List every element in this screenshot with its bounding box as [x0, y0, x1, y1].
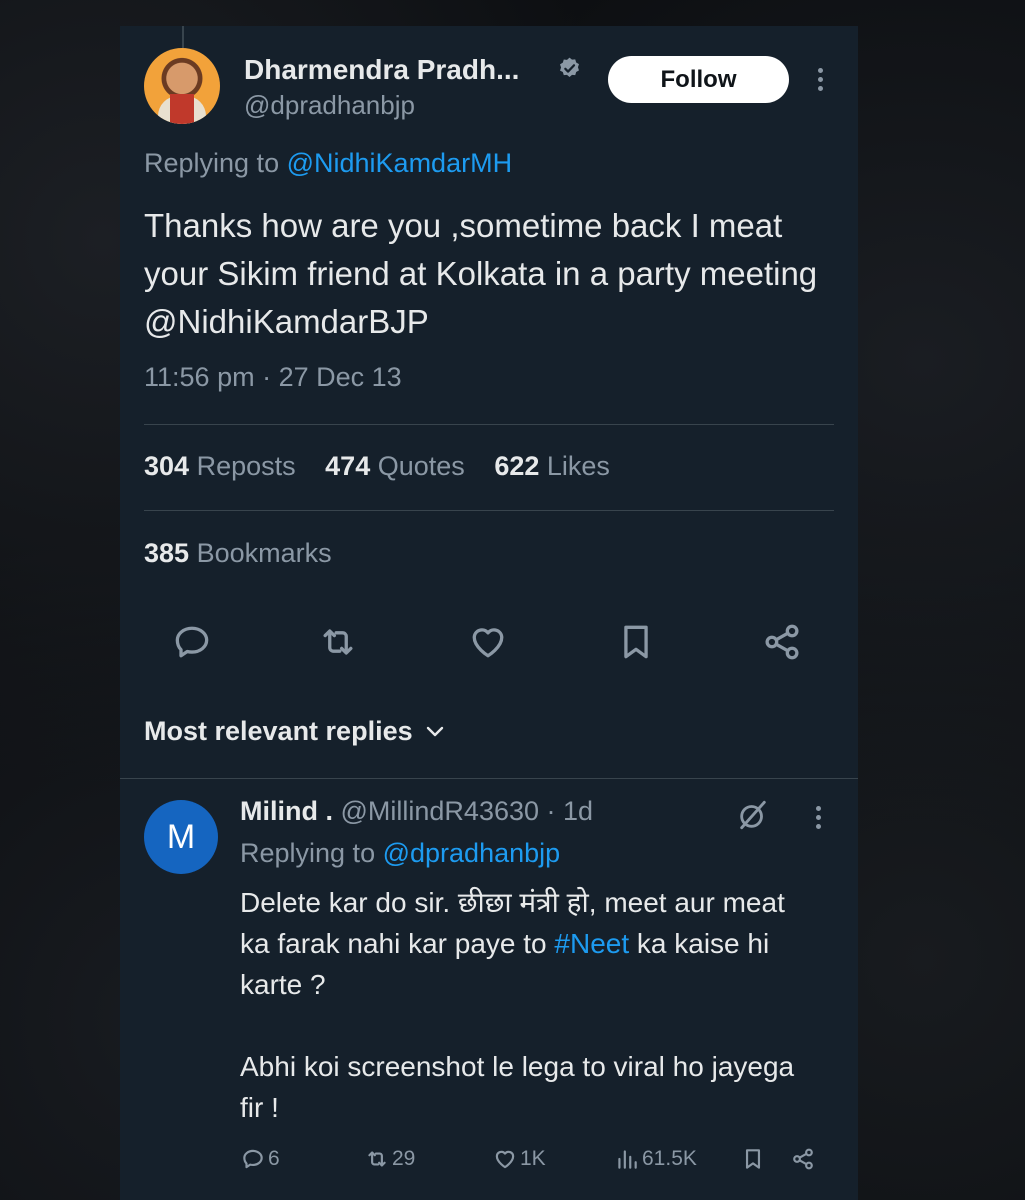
- likes-label: Likes: [546, 451, 610, 481]
- more-dot: [816, 815, 821, 820]
- divider: [120, 778, 858, 779]
- reply-share-button[interactable]: [790, 1146, 816, 1172]
- reposts-count: 304: [144, 451, 190, 481]
- repost-icon: [368, 1151, 386, 1167]
- author-handle[interactable]: @dpradhanbjp: [244, 90, 415, 121]
- quotes-label: Quotes: [377, 451, 465, 481]
- replying-prefix: Replying to: [240, 838, 376, 868]
- reply-likes-count: 1K: [520, 1147, 546, 1170]
- share-icon: [793, 1148, 813, 1170]
- hashtag-link[interactable]: #Neet: [554, 928, 629, 959]
- heart-icon: [495, 1150, 515, 1169]
- avatar-scarf: [170, 94, 194, 124]
- more-icon[interactable]: [808, 802, 828, 832]
- tweet-timestamp[interactable]: 11:56 pm · 27 Dec 13: [144, 362, 402, 393]
- replying-to-link[interactable]: @dpradhanbjp: [383, 838, 561, 868]
- likes-count: 622: [494, 451, 540, 481]
- verified-badge-icon: [560, 57, 579, 77]
- sort-label: Most relevant replies: [144, 716, 413, 746]
- reply-views-count: 61.5K: [642, 1147, 697, 1170]
- repost-icon[interactable]: [316, 620, 360, 664]
- quotes-stat[interactable]: 474 Quotes: [325, 451, 465, 481]
- heart-icon[interactable]: [466, 620, 510, 664]
- replying-to: Replying to @NidhiKamdarMH: [144, 148, 512, 179]
- bookmarks-label: Bookmarks: [196, 538, 332, 568]
- reply-reposts-count: 29: [392, 1147, 416, 1170]
- author-name[interactable]: Dharmendra Pradh...: [244, 54, 519, 86]
- reply-author-handle[interactable]: @MillindR43630: [341, 796, 540, 826]
- reply-replying-to: Replying to @dpradhanbjp: [240, 838, 560, 869]
- reply-repost-button[interactable]: 29: [364, 1146, 415, 1172]
- reply-reply-button[interactable]: 6: [240, 1146, 280, 1172]
- divider: [144, 510, 834, 511]
- bookmarks-stat[interactable]: 385 Bookmarks: [144, 538, 332, 569]
- chevron-down-icon: [426, 726, 443, 736]
- share-icon[interactable]: [760, 620, 804, 664]
- more-dot: [818, 77, 823, 82]
- reply-like-button[interactable]: 1K: [492, 1146, 546, 1172]
- reply-time[interactable]: · 1d: [547, 796, 594, 826]
- reply-icon: [243, 1149, 263, 1169]
- reply-text: Delete kar do sir. छीछा मंत्री हो, meet …: [240, 882, 820, 1128]
- more-icon[interactable]: [810, 64, 830, 94]
- more-dot: [818, 86, 823, 91]
- author-avatar[interactable]: [144, 48, 220, 124]
- reply-actions: 6 29 1K 61.5K: [240, 1146, 830, 1180]
- reply-bookmark-button[interactable]: [740, 1146, 766, 1172]
- reposts-stat[interactable]: 304 Reposts: [144, 451, 296, 481]
- reply-views-button[interactable]: 61.5K: [614, 1146, 697, 1172]
- reply-author-avatar[interactable]: M: [144, 800, 218, 874]
- reply-replies-count: 6: [268, 1147, 280, 1170]
- replying-prefix: Replying to: [144, 148, 280, 178]
- reposts-label: Reposts: [196, 451, 296, 481]
- tweet-card: Dharmendra Pradh... @dpradhanbjp Follow …: [120, 26, 858, 1200]
- divider: [144, 424, 834, 425]
- tweet-text: Thanks how are you ,sometime back I meat…: [144, 207, 818, 340]
- reply-icon[interactable]: [170, 620, 214, 664]
- quotes-count: 474: [325, 451, 371, 481]
- engagement-stats: 304 Reposts 474 Quotes 622 Likes: [144, 451, 610, 482]
- more-dot: [818, 68, 823, 73]
- bookmark-icon[interactable]: [614, 620, 658, 664]
- grok-icon[interactable]: [736, 798, 770, 832]
- bookmark-icon: [745, 1149, 761, 1169]
- likes-stat[interactable]: 622 Likes: [494, 451, 610, 481]
- bookmarks-count: 385: [144, 538, 190, 568]
- reply-header: Milind . @MillindR43630 · 1d: [240, 796, 593, 827]
- follow-button[interactable]: Follow: [608, 56, 789, 103]
- replies-sort-dropdown[interactable]: Most relevant replies: [144, 716, 445, 747]
- more-dot: [816, 824, 821, 829]
- thread-line: [182, 26, 184, 50]
- reply-author-name[interactable]: Milind .: [240, 796, 333, 826]
- more-dot: [816, 806, 821, 811]
- views-icon: [618, 1150, 637, 1169]
- replying-to-link[interactable]: @NidhiKamdarMH: [287, 148, 512, 178]
